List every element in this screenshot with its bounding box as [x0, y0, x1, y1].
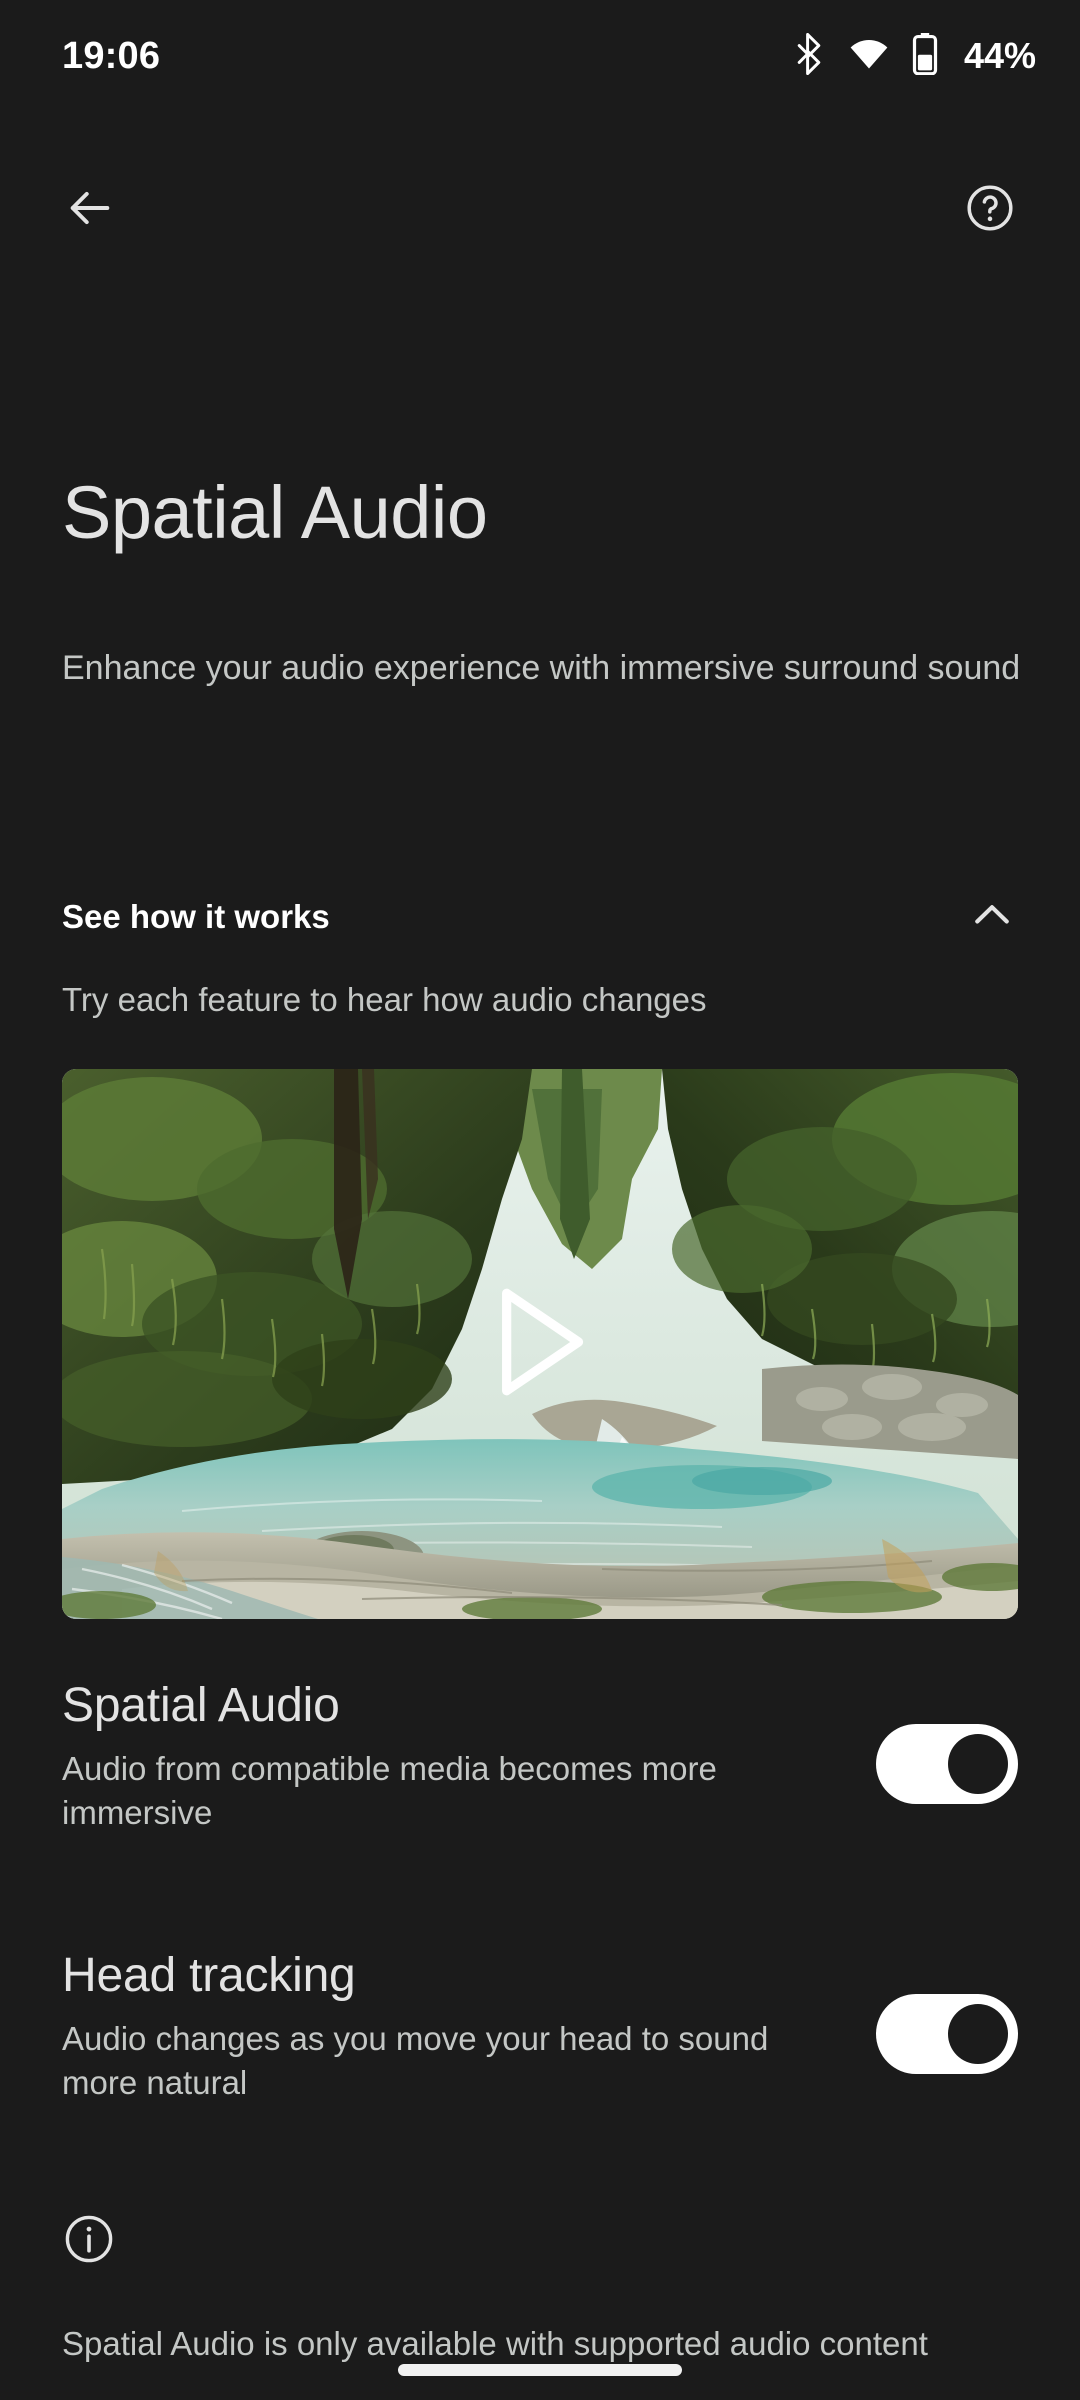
app-bar: [0, 150, 1080, 270]
spatial-audio-toggle-knob: [948, 1734, 1008, 1794]
help-icon: [964, 182, 1016, 239]
setting-text-spatial-audio: Spatial Audio Audio from compatible medi…: [62, 1678, 822, 1836]
setting-title-head-tracking: Head tracking: [62, 1949, 356, 2002]
section-title: See how it works: [62, 898, 330, 935]
setting-row-head-tracking[interactable]: Head tracking Audio changes as you move …: [62, 1948, 1018, 2106]
status-bar-clock: 19:06: [62, 34, 161, 77]
setting-description-head-tracking: Audio changes as you move your head to s…: [62, 2020, 769, 2102]
see-how-it-works-header[interactable]: See how it works: [62, 882, 1018, 952]
footer-note: Spatial Audio is only available with sup…: [62, 2325, 928, 2362]
setting-row-spatial-audio[interactable]: Spatial Audio Audio from compatible medi…: [62, 1678, 1018, 1836]
head-tracking-toggle[interactable]: [876, 1994, 1018, 2074]
battery-icon: [912, 32, 938, 80]
head-tracking-toggle-knob: [948, 2004, 1008, 2064]
setting-text-head-tracking: Head tracking Audio changes as you move …: [62, 1948, 822, 2106]
help-button[interactable]: [944, 164, 1036, 256]
play-button-overlay[interactable]: [62, 1069, 1018, 1619]
page-title: Spatial Audio: [62, 471, 488, 554]
back-arrow-icon: [64, 182, 116, 239]
back-button[interactable]: [44, 164, 136, 256]
wifi-icon: [848, 37, 890, 76]
setting-title-spatial-audio: Spatial Audio: [62, 1679, 340, 1732]
section-subtitle: Try each feature to hear how audio chang…: [62, 981, 707, 1018]
status-bar: 19:06 44%: [0, 0, 1080, 112]
chevron-up-icon[interactable]: [966, 889, 1018, 946]
info-icon: [62, 2212, 116, 2271]
gesture-navigation-bar[interactable]: [398, 2364, 682, 2376]
play-triangle-icon[interactable]: [488, 1283, 592, 1406]
status-bar-icons: 44%: [792, 32, 1036, 80]
page-subtitle: Enhance your audio experience with immer…: [62, 649, 1021, 687]
demo-video-thumbnail[interactable]: [62, 1069, 1018, 1619]
spatial-audio-toggle[interactable]: [876, 1724, 1018, 1804]
setting-description-spatial-audio: Audio from compatible media becomes more…: [62, 1750, 717, 1832]
bluetooth-icon: [792, 32, 826, 80]
spatial-audio-settings-screen: 19:06 44% Spatial Audio Enhance your aud…: [0, 0, 1080, 2400]
battery-percent-label: 44%: [963, 35, 1036, 76]
